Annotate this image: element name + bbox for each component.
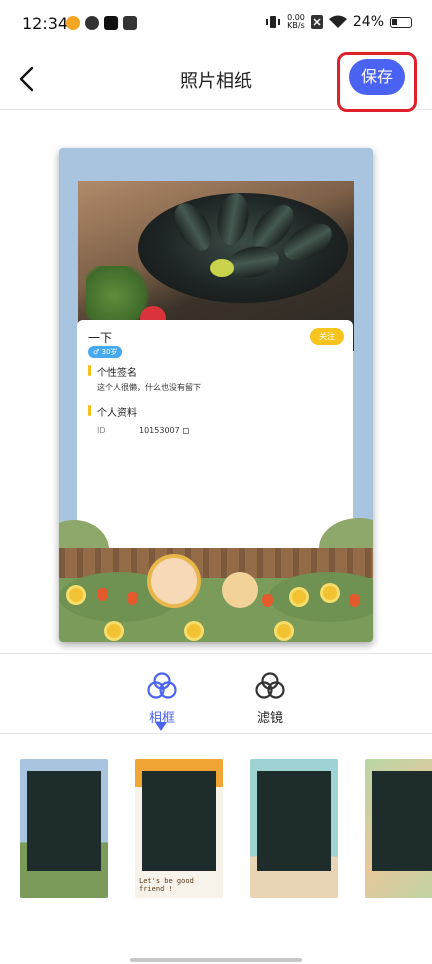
weibo-icon <box>66 16 80 30</box>
battery-percent: 24% <box>352 14 384 30</box>
photo-placeholder <box>142 771 216 871</box>
tiktok-icon <box>104 16 118 30</box>
profile-card: 一下 关注 ♂ 30岁 个性签名 这个人很懒，什么也没有留下 个人资料 ID 1… <box>77 320 353 552</box>
gender-age-badge: ♂ 30岁 <box>88 346 123 358</box>
flower-shape <box>107 624 121 638</box>
bear-character <box>222 572 258 608</box>
frame-icon <box>147 672 177 699</box>
frame-option[interactable] <box>20 759 108 898</box>
divider <box>0 733 432 734</box>
frame-option[interactable]: Let's be good friend ! <box>135 759 223 898</box>
id-label: ID <box>97 426 106 435</box>
follow-button: 关注 <box>310 328 344 345</box>
home-indicator[interactable] <box>130 958 302 962</box>
frame-list: Let's be good friend ! <box>0 745 432 915</box>
tab-filter-label: 滤镜 <box>256 711 283 726</box>
profile-name: 一下 <box>88 331 113 345</box>
tulip-shape <box>127 592 138 605</box>
photo-placeholder <box>27 771 101 871</box>
battery-icon <box>390 16 412 28</box>
tab-filter[interactable]: 滤镜 <box>240 670 300 726</box>
photo-paper-preview: 一下 关注 ♂ 30岁 个性签名 这个人很懒，什么也没有留下 个人资料 ID 1… <box>59 148 373 642</box>
photo-placeholder <box>257 771 331 871</box>
flower-shape <box>187 624 201 638</box>
frame-option[interactable] <box>365 759 432 898</box>
status-time: 12:34 <box>22 14 69 33</box>
frame-illustration <box>59 518 373 642</box>
id-value-row: 10153007 <box>139 426 189 435</box>
id-value: 10153007 <box>139 426 180 435</box>
signature-heading: 个性签名 <box>88 364 137 379</box>
tulip-shape <box>97 588 108 601</box>
net-speed: 0.00 KB/s <box>287 14 305 30</box>
vibrate-icon <box>266 16 281 28</box>
flower-shape <box>69 588 83 602</box>
signature-text: 这个人很懒，什么也没有留下 <box>97 383 201 392</box>
photo-placeholder <box>372 771 432 871</box>
frame-option[interactable] <box>250 759 338 898</box>
filter-icon <box>255 672 285 699</box>
no-sim-icon <box>310 15 323 29</box>
wifi-icon <box>328 15 347 28</box>
message-icon <box>123 16 137 30</box>
flower-shape <box>323 586 337 600</box>
flower-shape <box>292 590 306 604</box>
copy-icon <box>182 427 189 434</box>
active-tab-indicator <box>155 722 167 731</box>
notification-icons <box>66 16 137 30</box>
tab-frame[interactable]: 相框 <box>132 670 192 726</box>
profile-heading: 个人资料 <box>88 404 137 419</box>
lemon-shape <box>210 259 234 277</box>
net-speed-unit: KB/s <box>287 21 305 30</box>
link-app-icon <box>85 16 99 30</box>
frame-caption: Let's be good friend ! <box>139 877 194 893</box>
girl-character <box>151 558 197 604</box>
divider <box>0 653 432 654</box>
status-bar: 12:34 0.00 KB/s 24% <box>0 0 432 52</box>
flower-shape <box>277 624 291 638</box>
status-right: 0.00 KB/s 24% <box>265 14 412 30</box>
tulip-shape <box>349 594 360 607</box>
save-button[interactable]: 保存 <box>349 59 405 95</box>
nav-bar: 照片相纸 保存 <box>0 52 432 112</box>
tulip-shape <box>262 594 273 607</box>
